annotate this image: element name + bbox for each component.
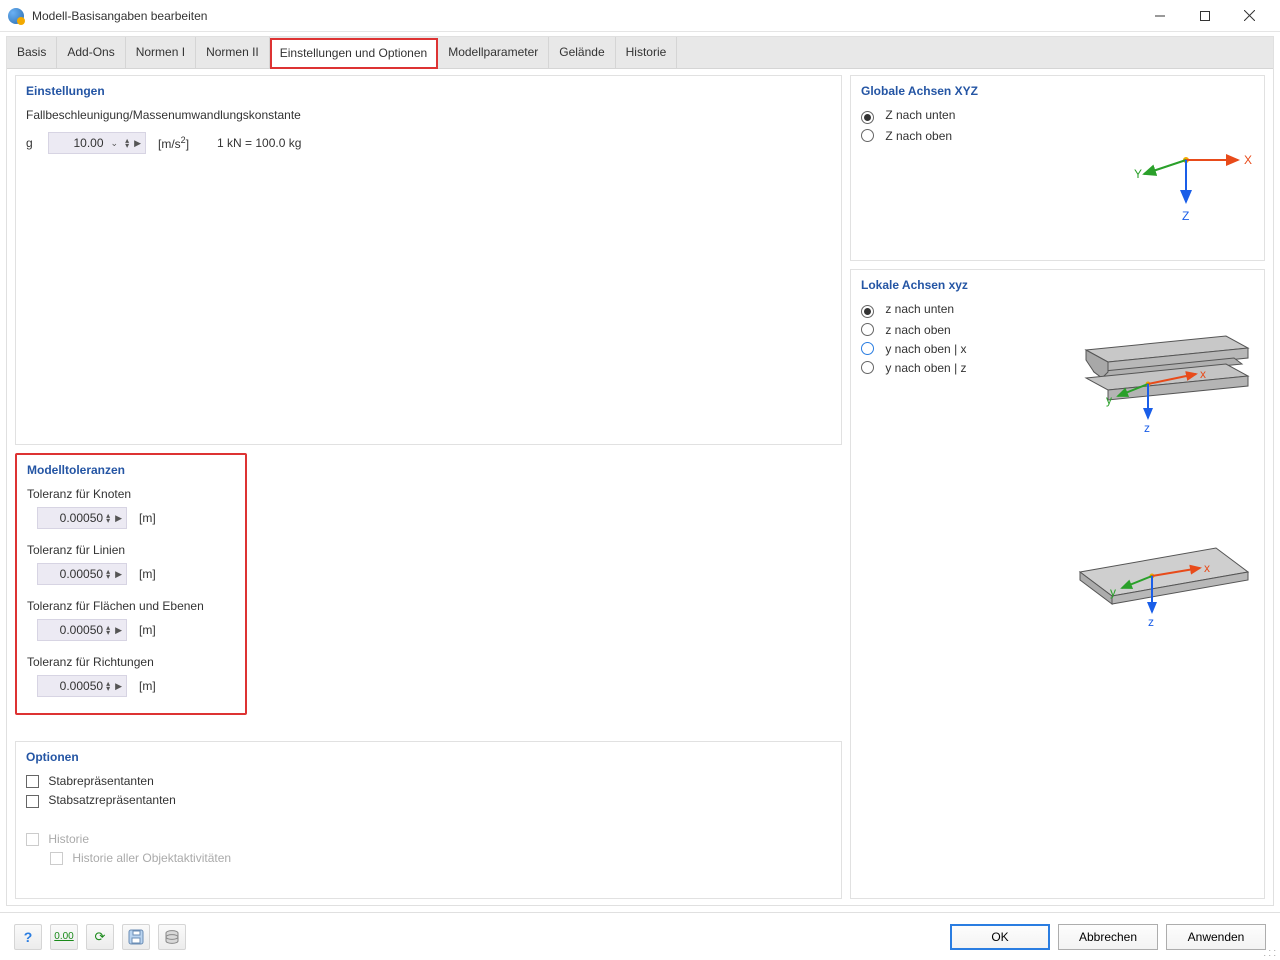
- tolerance-directions-input[interactable]: 0.00050 ▴▾ ▶: [37, 675, 127, 697]
- tolerance-surfaces-label: Toleranz für Flächen und Ebenen: [27, 599, 235, 613]
- spinner-icon[interactable]: ▴▾: [106, 569, 110, 579]
- footer: ? 0.00 ⟳ OK Abbrechen Anwenden: [0, 912, 1280, 960]
- panel-settings-title: Einstellungen: [26, 84, 831, 98]
- gravity-label: Fallbeschleunigung/Massenumwandlungskons…: [26, 108, 831, 122]
- play-icon[interactable]: ▶: [115, 513, 122, 524]
- checkbox-icon[interactable]: [26, 795, 39, 808]
- cancel-button[interactable]: Abbrechen: [1058, 924, 1158, 950]
- radio-icon[interactable]: [861, 361, 874, 374]
- minimize-button[interactable]: [1137, 2, 1182, 30]
- radio-local-z-down[interactable]: z nach unten: [861, 302, 1254, 318]
- help-icon[interactable]: ?: [14, 924, 42, 950]
- panel-tolerances-title: Modelltoleranzen: [27, 463, 235, 477]
- tolerance-directions-label: Toleranz für Richtungen: [27, 655, 235, 669]
- radio-icon[interactable]: [861, 129, 874, 142]
- spinner-icon[interactable]: ▴▾: [106, 681, 110, 691]
- spinner-icon[interactable]: ▴▾: [106, 625, 110, 635]
- panel-local-axes: Lokale Achsen xyz z nach unten z nach ob…: [850, 269, 1265, 899]
- refresh-icon[interactable]: ⟳: [86, 924, 114, 950]
- panel-local-axes-title: Lokale Achsen xyz: [861, 278, 1254, 292]
- tab-normen-2[interactable]: Normen II: [196, 37, 270, 68]
- local-axes-plate-icon: x y z: [1066, 530, 1256, 640]
- tolerance-surfaces-input[interactable]: 0.00050 ▴▾ ▶: [37, 619, 127, 641]
- kn-hint: 1 kN = 100.0 kg: [217, 136, 301, 150]
- tab-modellparameter[interactable]: Modellparameter: [438, 37, 549, 68]
- checkbox-icon[interactable]: [26, 775, 39, 788]
- tab-einstellungen-optionen[interactable]: Einstellungen und Optionen: [270, 38, 438, 69]
- svg-text:x: x: [1200, 367, 1206, 381]
- panel-settings: Einstellungen Fallbeschleunigung/Massenu…: [15, 75, 842, 445]
- g-value-input[interactable]: 10.00 ⌄ ▴▾ ▶: [48, 132, 146, 154]
- panel-global-axes-title: Globale Achsen XYZ: [861, 84, 1254, 98]
- tolerance-nodes-label: Toleranz für Knoten: [27, 487, 235, 501]
- g-value-text: 10.00: [73, 136, 103, 150]
- play-icon[interactable]: ▶: [115, 625, 122, 636]
- play-icon[interactable]: ▶: [115, 569, 122, 580]
- svg-text:z: z: [1144, 421, 1150, 435]
- radio-z-up-global[interactable]: Z nach oben: [861, 129, 1254, 143]
- checkbox-icon: [26, 833, 39, 846]
- panel-global-axes: Globale Achsen XYZ Z nach unten Z nach o…: [850, 75, 1265, 261]
- svg-text:x: x: [1204, 561, 1210, 575]
- g-symbol: g: [26, 136, 40, 150]
- local-axes-beam-icon: x y z: [1066, 330, 1256, 440]
- spinner-icon[interactable]: ▴▾: [125, 138, 129, 148]
- radio-icon[interactable]: [861, 305, 874, 318]
- svg-text:Y: Y: [1134, 167, 1142, 181]
- chevron-down-icon[interactable]: ⌄: [111, 138, 119, 149]
- apply-button[interactable]: Anwenden: [1166, 924, 1266, 950]
- checkbox-icon: [50, 852, 63, 865]
- panel-options: Optionen Stabrepräsentanten Stabsatzrepr…: [15, 741, 842, 899]
- g-unit: [m/s2]: [158, 135, 189, 151]
- titlebar: Modell-Basisangaben bearbeiten: [0, 0, 1280, 32]
- units-icon[interactable]: 0.00: [50, 924, 78, 950]
- tab-gelaende[interactable]: Gelände: [549, 37, 615, 68]
- radio-icon[interactable]: [861, 342, 874, 355]
- tolerance-nodes-input[interactable]: 0.00050 ▴▾ ▶: [37, 507, 127, 529]
- global-axes-icon: X Y Z: [1116, 142, 1256, 232]
- save-icon[interactable]: [122, 924, 150, 950]
- spinner-icon[interactable]: ▴▾: [106, 513, 110, 523]
- radio-icon[interactable]: [861, 323, 874, 336]
- database-icon[interactable]: [158, 924, 186, 950]
- maximize-button[interactable]: [1182, 2, 1227, 30]
- panel-options-title: Optionen: [26, 750, 831, 764]
- svg-text:y: y: [1106, 393, 1112, 407]
- svg-text:Z: Z: [1182, 209, 1189, 223]
- tab-bar: Basis Add-Ons Normen I Normen II Einstel…: [7, 37, 1273, 69]
- svg-text:z: z: [1148, 615, 1154, 629]
- tab-historie[interactable]: Historie: [616, 37, 678, 68]
- option-memberset-representatives[interactable]: Stabsatzrepräsentanten: [26, 793, 831, 807]
- play-icon[interactable]: ▶: [115, 681, 122, 692]
- svg-text:y: y: [1110, 585, 1116, 599]
- option-member-representatives[interactable]: Stabrepräsentanten: [26, 774, 831, 788]
- option-history-all-activities: Historie aller Objektaktivitäten: [50, 851, 831, 865]
- app-icon: [8, 8, 24, 24]
- panel-tolerances: Modelltoleranzen Toleranz für Knoten 0.0…: [15, 453, 842, 733]
- play-icon[interactable]: ▶: [134, 138, 141, 149]
- tolerance-lines-label: Toleranz für Linien: [27, 543, 235, 557]
- close-button[interactable]: [1227, 2, 1272, 30]
- tab-addons[interactable]: Add-Ons: [57, 37, 125, 68]
- ok-button[interactable]: OK: [950, 924, 1050, 950]
- tab-basis[interactable]: Basis: [7, 37, 57, 68]
- radio-z-down-global[interactable]: Z nach unten: [861, 108, 1254, 124]
- window-title: Modell-Basisangaben bearbeiten: [32, 9, 1137, 23]
- svg-text:X: X: [1244, 153, 1252, 167]
- option-history: Historie: [26, 832, 831, 846]
- tolerance-lines-input[interactable]: 0.00050 ▴▾ ▶: [37, 563, 127, 585]
- radio-icon[interactable]: [861, 111, 874, 124]
- tab-normen-1[interactable]: Normen I: [126, 37, 196, 68]
